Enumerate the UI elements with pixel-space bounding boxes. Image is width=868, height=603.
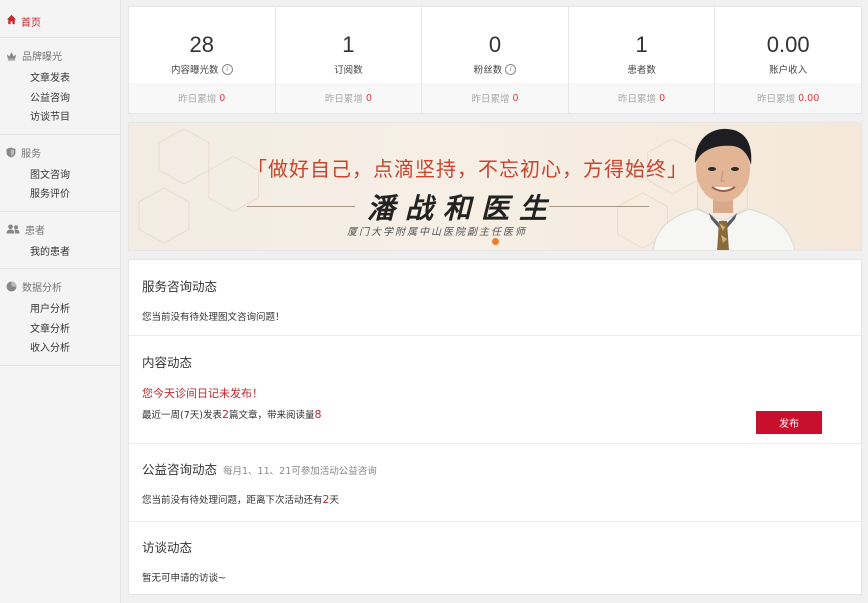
banner-slogan: 「做好自己，点滴坚持，不忘初心，方得始终」 (247, 157, 688, 181)
info-icon[interactable]: i (505, 63, 517, 75)
stat-income: 0.00 账户收入 昨日累增 0.00 (715, 7, 861, 113)
stat-yesterday-value: 0.00 (798, 92, 820, 104)
main-content: 28 内容曝光数 i 昨日累增 0 1 订阅数 昨日累增 0 0 粉丝数 i 昨… (128, 6, 862, 595)
banner-doctor-name: 潘战和医生 (367, 192, 558, 225)
shield-icon (6, 147, 16, 157)
charity-consult-card: 公益咨询动态 每月1、11、21可参加活动公益咨询 您当前没有待处理问题，距离下… (129, 444, 861, 522)
pie-chart-icon (6, 281, 17, 292)
doctor-photo (652, 128, 796, 250)
stat-value: 0.00 (766, 32, 810, 57)
sidebar-item-interviews[interactable]: 访谈节目 (0, 108, 120, 128)
stat-yesterday-value: 0 (659, 92, 666, 104)
sidebar-item-article-analysis[interactable]: 文章分析 (0, 320, 120, 340)
stat-label: 账户收入 (769, 65, 808, 76)
stat-yesterday-value: 0 (219, 92, 226, 104)
card-text: 您当前没有待处理图文咨询问题！ (142, 312, 285, 323)
stat-yesterday-label: 昨日累增 (324, 94, 363, 105)
nav-group-title-service[interactable]: 服务 (0, 135, 120, 166)
sidebar-item-income-analysis[interactable]: 收入分析 (0, 339, 120, 359)
sidebar-item-service-review[interactable]: 服务评价 (0, 185, 120, 205)
read-count: 8 (314, 408, 322, 421)
stat-yesterday-label: 昨日累增 (471, 94, 510, 105)
stat-yesterday-label: 昨日累增 (178, 94, 217, 105)
stat-label: 患者数 (627, 65, 656, 76)
stat-value: 28 (189, 32, 215, 57)
crown-icon (6, 51, 17, 60)
nav-group-label: 服务 (21, 148, 41, 160)
publish-button[interactable]: 发布 (756, 411, 822, 434)
sidebar: 首页 品牌曝光 文章发表 公益咨询 访谈节目 服务 图文咨询 服务评价 患者 我… (0, 0, 121, 603)
sidebar-item-text-consult[interactable]: 图文咨询 (0, 166, 120, 186)
nav-group-label: 品牌曝光 (22, 52, 62, 63)
card-title: 服务咨询动态 (142, 279, 218, 294)
activity-cards: 服务咨询动态 您当前没有待处理图文咨询问题！ 内容动态 您今天诊间日记未发布！ … (128, 259, 862, 595)
sidebar-home-label: 首页 (21, 18, 41, 29)
nav-group-title-brand[interactable]: 品牌曝光 (0, 38, 120, 69)
nav-group-patients: 患者 我的患者 (0, 212, 120, 269)
content-activity-card: 内容动态 您今天诊间日记未发布！ 最近一周(7天)发表2篇文章，带来阅读量8 发… (129, 336, 861, 444)
nav-group-analytics: 数据分析 用户分析 文章分析 收入分析 (0, 269, 120, 366)
weekly-stats: 最近一周(7天)发表2篇文章，带来阅读量8 (142, 407, 861, 421)
nav-group-service: 服务 图文咨询 服务评价 (0, 135, 120, 212)
service-consult-card: 服务咨询动态 您当前没有待处理图文咨询问题！ (129, 260, 861, 336)
diary-alert: 您今天诊间日记未发布！ (142, 387, 263, 400)
interview-card: 访谈动态 暂无可申请的访谈~ (129, 522, 861, 594)
stat-fans: 0 粉丝数 i 昨日累增 0 (422, 7, 569, 113)
sidebar-item-articles[interactable]: 文章发表 (0, 69, 120, 89)
card-title: 公益咨询动态 (142, 462, 218, 477)
stat-value: 0 (488, 32, 502, 57)
weekly-stats-prefix: 最近一周(7天)发表 (142, 410, 222, 421)
sidebar-item-charity[interactable]: 公益咨询 (0, 89, 120, 109)
card-title: 访谈动态 (142, 540, 193, 555)
banner-subtitle: 厦门大学附属中山医院副主任医师 (347, 227, 527, 238)
days-count: 2 (322, 493, 330, 506)
banner-divider (247, 206, 355, 207)
stat-value: 1 (342, 32, 355, 57)
article-count: 2 (221, 408, 229, 421)
sidebar-item-user-analysis[interactable]: 用户分析 (0, 300, 120, 320)
stat-label: 订阅数 (334, 65, 363, 76)
stat-content-exposure: 28 内容曝光数 i 昨日累增 0 (129, 7, 276, 113)
sidebar-item-home[interactable]: 首页 (0, 0, 120, 38)
charity-text-prefix: 您当前没有待处理问题，距离下次活动还有 (142, 495, 323, 506)
nav-group-label: 患者 (25, 225, 45, 237)
stats-panel: 28 内容曝光数 i 昨日累增 0 1 订阅数 昨日累增 0 0 粉丝数 i 昨… (128, 6, 862, 114)
stat-label: 内容曝光数 (171, 65, 219, 76)
doctor-banner[interactable]: 「做好自己，点滴坚持，不忘初心，方得始终」 潘战和医生 厦门大学附属中山医院副主… (128, 122, 862, 251)
users-icon (6, 224, 20, 234)
nav-group-label: 数据分析 (22, 283, 62, 294)
banner-divider (549, 206, 649, 207)
stat-patients: 1 患者数 昨日累增 0 (568, 7, 716, 113)
weekly-stats-mid: 篇文章，带来阅读量 (228, 410, 315, 421)
carousel-dot[interactable] (492, 238, 499, 245)
card-subtitle: 每月1、11、21可参加活动公益咨询 (223, 466, 377, 477)
stat-label: 粉丝数 (473, 65, 503, 76)
info-icon[interactable]: i (221, 63, 233, 75)
stat-yesterday-value: 0 (365, 92, 372, 104)
card-text: 您当前没有待处理问题，距离下次活动还有2天 (142, 492, 861, 506)
stat-yesterday-label: 昨日累增 (618, 94, 657, 105)
stat-yesterday-value: 0 (512, 92, 519, 104)
sidebar-item-my-patients[interactable]: 我的患者 (0, 243, 120, 263)
nav-group-brand: 品牌曝光 文章发表 公益咨询 访谈节目 (0, 38, 120, 135)
nav-group-title-patients[interactable]: 患者 (0, 212, 120, 243)
card-title: 内容动态 (142, 355, 193, 370)
home-icon (6, 14, 17, 25)
stat-subscriptions: 1 订阅数 昨日累增 0 (275, 7, 423, 113)
card-text: 暂无可申请的访谈~ (142, 573, 226, 584)
stat-yesterday-label: 昨日累增 (757, 94, 796, 105)
stat-value: 1 (635, 32, 648, 57)
charity-text-suffix: 天 (329, 495, 340, 506)
nav-group-title-analytics[interactable]: 数据分析 (0, 269, 120, 300)
